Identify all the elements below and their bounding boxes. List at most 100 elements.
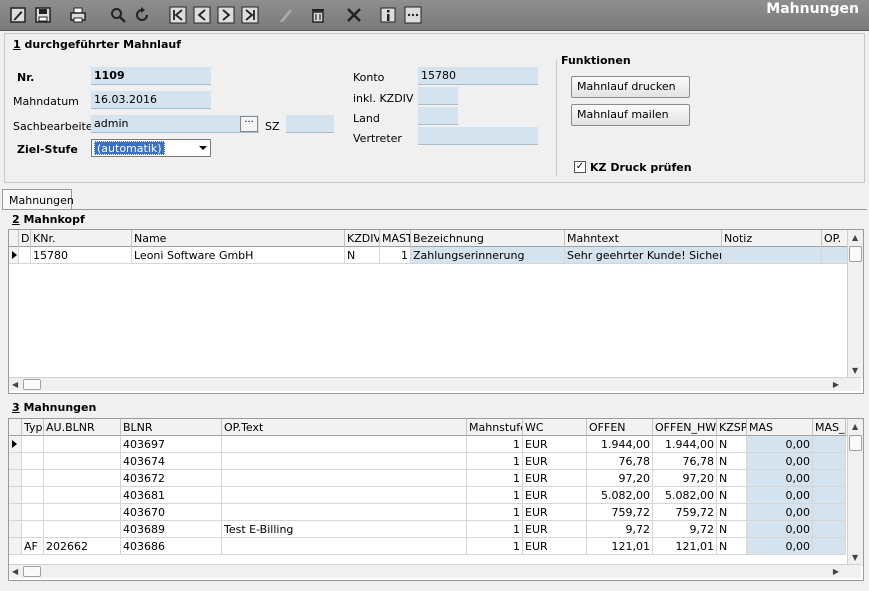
table-cell[interactable]: 1 <box>467 521 523 538</box>
table-cell[interactable]: 403697 <box>121 436 222 453</box>
chevron-down-icon[interactable] <box>199 146 207 150</box>
horizontal-scrollbar[interactable]: ◀ ▶ <box>9 377 861 391</box>
table-cell[interactable]: Test E-Billing <box>222 521 467 538</box>
table-cell[interactable]: 0,00 <box>747 436 813 453</box>
row-selector[interactable] <box>9 436 22 453</box>
row-selector[interactable] <box>9 538 22 555</box>
row-selector[interactable] <box>9 504 22 521</box>
scroll-right-arrow-icon[interactable]: ▶ <box>833 568 839 576</box>
column-header[interactable]: Bezeichnung <box>411 230 565 247</box>
edit-icon[interactable] <box>8 5 28 25</box>
table-row[interactable]: 403674 1 EUR 76,78 76,78 N 0,00 <box>9 453 847 470</box>
horizontal-scrollbar[interactable]: ◀ ▶ <box>9 564 861 578</box>
tab-mahnungen[interactable]: Mahnungen <box>2 189 74 210</box>
table-cell[interactable] <box>44 487 121 504</box>
row-selector[interactable] <box>9 453 22 470</box>
column-header[interactable]: AU.BLNR <box>44 419 121 436</box>
search-icon[interactable] <box>108 5 128 25</box>
refresh-icon[interactable] <box>132 5 152 25</box>
row-selector[interactable] <box>9 247 19 264</box>
table-cell[interactable]: 0,00 <box>747 487 813 504</box>
table-cell[interactable]: N <box>717 436 747 453</box>
table-cell[interactable]: Zahlungserinnerung <box>411 247 565 264</box>
sachbearbeiter-field[interactable]: admin <box>91 115 259 133</box>
column-header[interactable]: KZSP <box>717 419 747 436</box>
table-cell[interactable] <box>44 436 121 453</box>
table-cell[interactable]: 1 <box>467 436 523 453</box>
scroll-up-arrow-icon[interactable]: ▲ <box>852 234 858 242</box>
scroll-right-arrow-icon[interactable]: ▶ <box>833 381 839 389</box>
scroll-down-arrow-icon[interactable]: ▼ <box>852 554 858 562</box>
table-cell[interactable]: 1 <box>467 453 523 470</box>
table-cell[interactable]: 403672 <box>121 470 222 487</box>
table-cell[interactable] <box>22 521 44 538</box>
mahndatum-field[interactable]: 16.03.2016 <box>91 91 211 109</box>
table-row[interactable]: 403689 Test E-Billing 1 EUR 9,72 9,72 N 0,00 <box>9 521 847 538</box>
column-header[interactable]: Mahnstufe <box>467 419 523 436</box>
table-cell[interactable]: EUR <box>523 470 587 487</box>
table-cell[interactable] <box>22 487 44 504</box>
scroll-up-arrow-icon[interactable]: ▲ <box>852 423 858 431</box>
save-icon[interactable] <box>33 5 53 25</box>
info-icon[interactable] <box>378 5 398 25</box>
table-cell[interactable]: 1 <box>467 538 523 555</box>
table-row[interactable]: 403672 1 EUR 97,20 97,20 N 0,00 <box>9 470 847 487</box>
table-cell[interactable]: 9,72 <box>653 521 717 538</box>
table-cell[interactable]: 759,72 <box>587 504 653 521</box>
mahnlauf-drucken-button[interactable]: Mahnlauf drucken <box>571 76 690 98</box>
table-cell[interactable]: 76,78 <box>587 453 653 470</box>
table-cell[interactable] <box>222 470 467 487</box>
table-cell[interactable]: 97,20 <box>587 470 653 487</box>
table-cell[interactable] <box>22 453 44 470</box>
column-header[interactable]: KNr. <box>31 230 132 247</box>
last-record-icon[interactable] <box>240 5 260 25</box>
column-header[interactable]: Notiz <box>722 230 822 247</box>
scrollbar-thumb[interactable] <box>849 435 862 451</box>
kzdiv-field[interactable] <box>418 87 458 105</box>
sachbearbeiter-ellipsis-button[interactable]: ··· <box>240 116 258 132</box>
column-header[interactable]: Name <box>132 230 345 247</box>
table-cell[interactable]: 1 <box>467 470 523 487</box>
column-header[interactable]: OFFEN <box>587 419 653 436</box>
table-cell[interactable]: EUR <box>523 487 587 504</box>
table-cell[interactable] <box>22 470 44 487</box>
konto-field[interactable]: 15780 <box>418 67 538 85</box>
column-header[interactable]: BLNR <box>121 419 222 436</box>
table-row[interactable]: 403697 1 EUR 1.944,00 1.944,00 N 0,00 <box>9 436 847 453</box>
table-cell[interactable]: Sehr geehrter Kunde! Sicher ist <box>565 247 722 264</box>
table-cell[interactable] <box>44 504 121 521</box>
table-cell[interactable]: N <box>717 453 747 470</box>
table-cell[interactable]: 403689 <box>121 521 222 538</box>
column-header[interactable]: MAS_H <box>813 419 846 436</box>
table-row[interactable]: 15780 Leoni Software GmbH N 1 Zahlungserinne… <box>9 247 849 264</box>
table-cell[interactable]: N <box>717 470 747 487</box>
table-cell[interactable]: 403681 <box>121 487 222 504</box>
previous-record-icon[interactable] <box>192 5 212 25</box>
column-header[interactable]: D <box>19 230 31 247</box>
nr-field[interactable]: 1109 <box>91 67 211 85</box>
column-header[interactable]: KZDIV <box>345 230 380 247</box>
table-cell[interactable]: EUR <box>523 436 587 453</box>
table-cell[interactable] <box>222 538 467 555</box>
table-cell[interactable] <box>22 436 44 453</box>
kz-druck-checkbox[interactable]: ✓ <box>574 161 586 173</box>
table-cell[interactable] <box>222 487 467 504</box>
column-header[interactable]: WC <box>523 419 587 436</box>
next-record-icon[interactable] <box>216 5 236 25</box>
column-header[interactable]: OFFEN_HW <box>653 419 717 436</box>
table-cell[interactable]: 403686 <box>121 538 222 555</box>
first-record-icon[interactable] <box>168 5 188 25</box>
table-cell[interactable] <box>813 487 846 504</box>
column-header[interactable]: Mahntext <box>565 230 722 247</box>
scroll-down-arrow-icon[interactable]: ▼ <box>852 367 858 375</box>
scrollbar-thumb[interactable] <box>849 246 862 262</box>
sz-field[interactable] <box>286 115 334 133</box>
table-cell[interactable]: 0,00 <box>747 453 813 470</box>
table-cell[interactable]: 759,72 <box>653 504 717 521</box>
scrollbar-thumb[interactable] <box>23 379 41 390</box>
table-cell[interactable]: EUR <box>523 538 587 555</box>
table-cell[interactable] <box>44 521 121 538</box>
cancel-icon[interactable] <box>344 5 364 25</box>
table-cell[interactable]: Leoni Software GmbH <box>132 247 345 264</box>
column-header[interactable]: Typ <box>22 419 44 436</box>
